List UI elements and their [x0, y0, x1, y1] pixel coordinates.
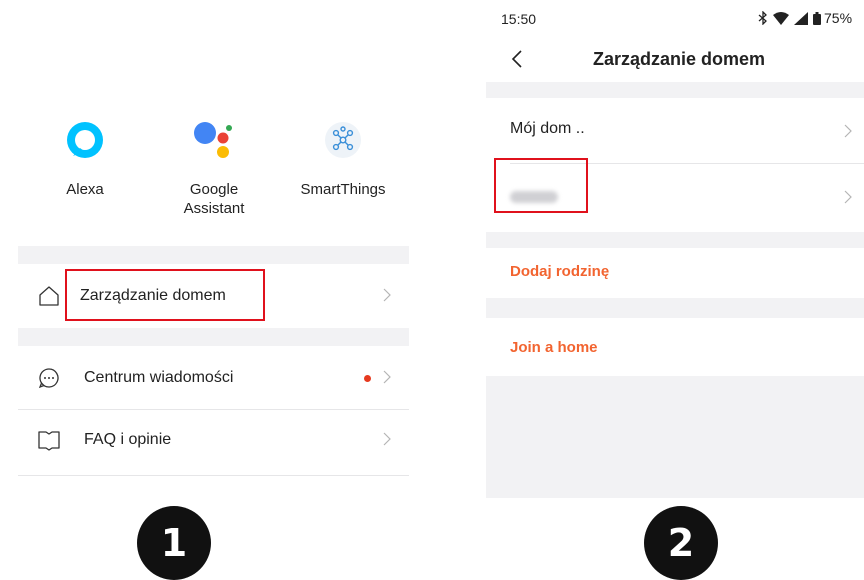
highlight-box: [494, 158, 588, 213]
google-assistant-icon: [194, 122, 232, 158]
step-badge: 2: [644, 506, 718, 580]
highlight-box: [65, 269, 265, 321]
menu-item-messages[interactable]: Centrum wiadomości: [18, 348, 409, 408]
chevron-right-icon: [383, 432, 391, 446]
step-badge: 1: [137, 506, 211, 580]
battery-icon: [813, 11, 821, 25]
integration-smartthings[interactable]: SmartThings: [283, 118, 403, 199]
section-separator: [18, 246, 409, 264]
bluetooth-icon: [758, 11, 767, 25]
integration-alexa[interactable]: Alexa: [25, 118, 145, 199]
google-label-line: Google Assistant: [183, 181, 245, 217]
status-time: 15:50: [501, 11, 537, 27]
chevron-right-icon: [844, 190, 852, 204]
chevron-right-icon: [383, 288, 391, 302]
wifi-icon: [773, 11, 789, 25]
notification-dot: [364, 375, 371, 382]
integration-label: Alexa: [66, 181, 104, 198]
alexa-icon: [67, 122, 103, 158]
integration-label: Google Assistant: [154, 180, 274, 218]
add-family-label: Dodaj rodzinę: [510, 263, 610, 280]
chat-icon: [36, 365, 62, 391]
page-title: Zarządzanie domem: [593, 49, 766, 69]
battery-level: 75%: [824, 10, 853, 26]
house-icon: [36, 283, 62, 309]
join-home-button[interactable]: Join a home: [486, 318, 864, 376]
status-icons: 75%: [758, 10, 852, 26]
chevron-right-icon: [844, 124, 852, 138]
menu-item-faq[interactable]: FAQ i opinie: [18, 410, 409, 470]
smartthings-icon: [325, 122, 361, 158]
menu-item-label: FAQ i opinie: [84, 431, 172, 448]
menu-item-label: Centrum wiadomości: [84, 369, 234, 386]
chevron-right-icon: [383, 370, 391, 384]
signal-icon: [794, 11, 808, 25]
section-separator: [18, 328, 409, 346]
integration-label: SmartThings: [300, 181, 386, 198]
row-divider: [18, 475, 409, 476]
add-family-button[interactable]: Dodaj rodzinę: [486, 248, 864, 298]
home-item[interactable]: Mój dom ..: [486, 98, 864, 164]
join-home-label: Join a home: [510, 339, 598, 356]
integration-google-assistant[interactable]: Google Assistant: [154, 118, 274, 218]
back-arrow-icon[interactable]: [511, 50, 523, 68]
book-icon: [36, 427, 62, 453]
home-item-label: Mój dom ..: [510, 120, 585, 137]
